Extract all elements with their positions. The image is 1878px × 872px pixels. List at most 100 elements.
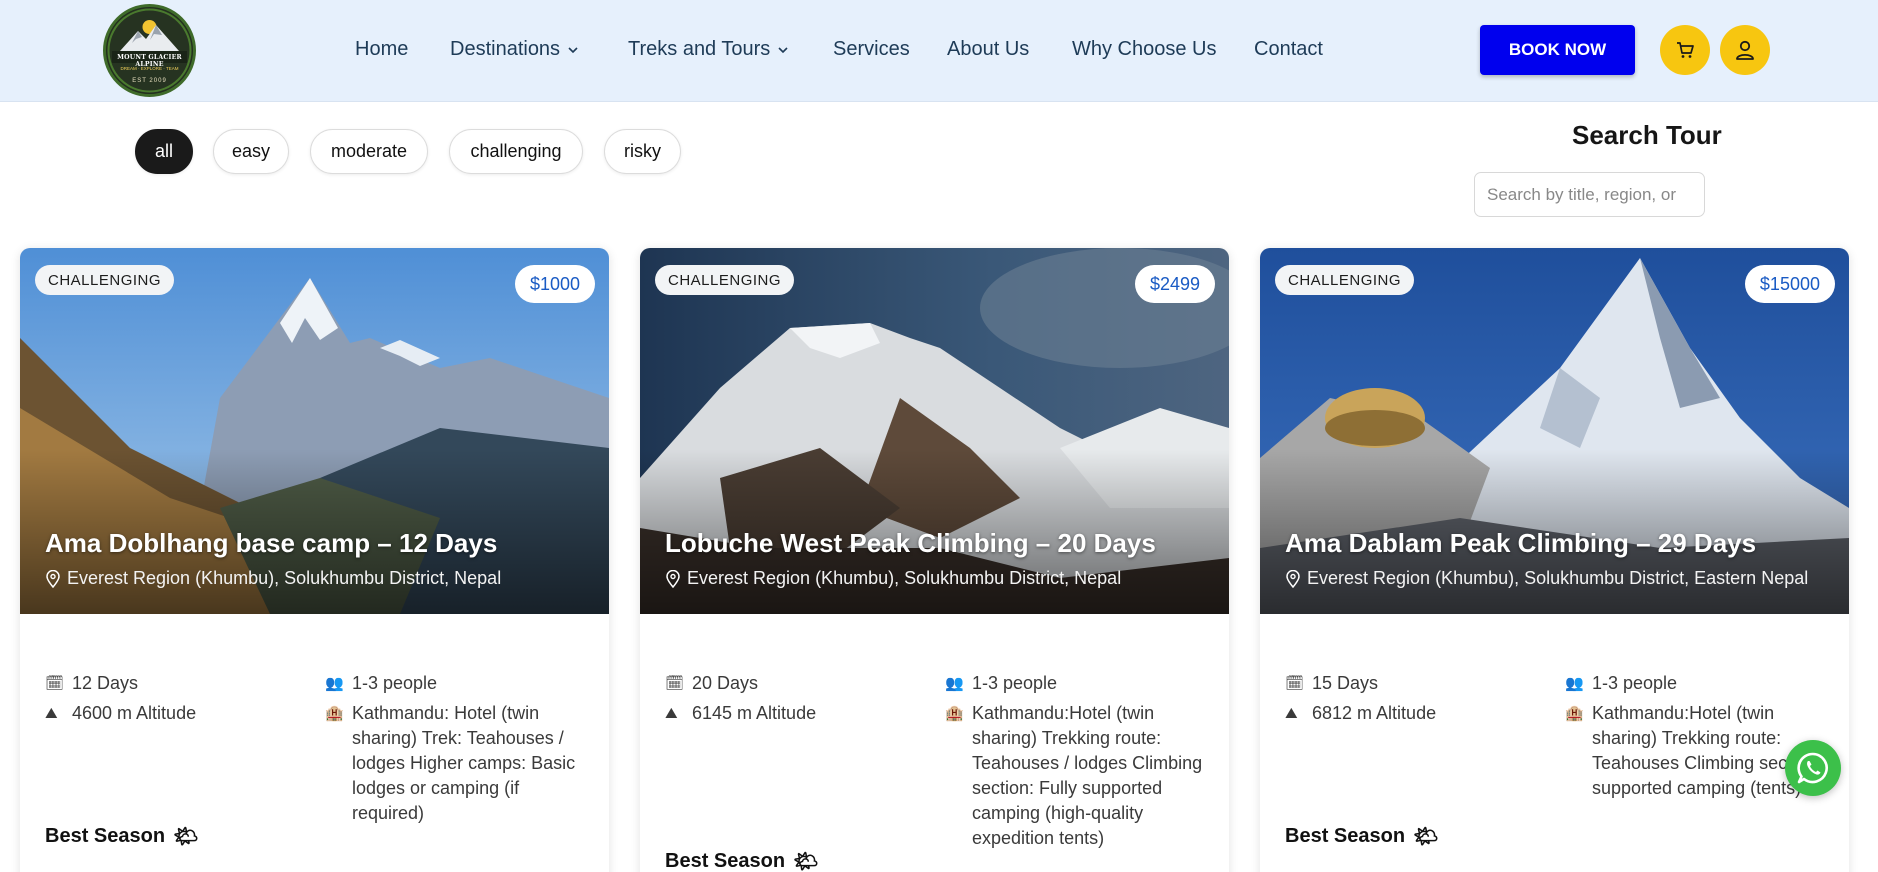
cart-button[interactable]	[1660, 25, 1710, 75]
tour-location-text: Everest Region (Khumbu), Solukhumbu Dist…	[1307, 568, 1809, 588]
tour-group-size: 👥 1-3 people	[945, 671, 1057, 696]
user-account-button[interactable]	[1720, 25, 1770, 75]
nav-home-label: Home	[355, 38, 409, 60]
tour-duration-text: 12 Days	[72, 673, 139, 693]
tour-location: Everest Region (Khumbu), Solukhumbu Dist…	[665, 568, 1121, 589]
nav-services-label: Services	[833, 38, 910, 60]
hotel-icon: 🏨	[945, 705, 964, 722]
people-icon: 👥	[325, 675, 344, 692]
tour-location-text: Everest Region (Khumbu), Solukhumbu Dist…	[687, 568, 1122, 588]
tour-image	[1260, 248, 1849, 614]
logo-tagline: DREAM · EXPLORE · TEAM	[120, 66, 179, 71]
tour-accommodation-text: Kathmandu: Hotel (twin sharing) Trek: Te…	[352, 703, 576, 823]
tour-altitude: ⛰ 6145 m Altitude	[665, 701, 816, 726]
best-season-label: Best Season	[665, 850, 786, 872]
tour-image	[20, 248, 609, 614]
difficulty-badge: CHALLENGING	[35, 265, 175, 295]
price-badge: $15000	[1744, 265, 1835, 303]
tour-title[interactable]: Lobuche West Peak Climbing – 20 Days	[665, 528, 1156, 559]
people-icon: 👥	[1565, 675, 1584, 692]
nav-about-us[interactable]: About Us	[947, 38, 1029, 61]
tour-card[interactable]: CHALLENGING $2499 Lobuche West Peak Clim…	[640, 248, 1229, 872]
best-season: Best Season 🌤	[665, 849, 818, 872]
altitude-icon: ⛰	[665, 705, 678, 722]
best-season: Best Season 🌤	[45, 824, 198, 849]
sun-cloud-icon: 🌤	[1413, 826, 1439, 848]
location-pin-icon	[1286, 569, 1300, 588]
tour-group-text: 1-3 people	[972, 673, 1058, 693]
best-season: Best Season 🌤	[1285, 824, 1438, 849]
price-badge: $1000	[514, 265, 595, 303]
location-pin-icon	[46, 569, 60, 588]
altitude-icon: ⛰	[45, 705, 58, 722]
tour-altitude-text: 6812 m Altitude	[1312, 703, 1437, 723]
site-header: MOUNT GLACIER ALPINE DREAM · EXPLORE · T…	[0, 0, 1878, 102]
nav-treks-label: Treks and Tours	[628, 38, 771, 60]
cart-icon	[1677, 42, 1694, 58]
tour-altitude: ⛰ 6812 m Altitude	[1285, 701, 1436, 726]
nav-treks-and-tours[interactable]: Treks and Tours	[628, 38, 788, 61]
filter-easy[interactable]: easy	[213, 129, 289, 174]
search-tour-title: Search Tour	[1572, 120, 1722, 150]
nav-destinations[interactable]: Destinations	[450, 38, 578, 61]
tour-group-text: 1-3 people	[352, 673, 438, 693]
tour-location-text: Everest Region (Khumbu), Solukhumbu Dist…	[67, 568, 502, 588]
tour-altitude: ⛰ 4600 m Altitude	[45, 701, 196, 726]
calendar-icon: 🗓	[1285, 675, 1305, 692]
tour-duration: 🗓 15 Days	[1285, 671, 1378, 696]
difficulty-badge: CHALLENGING	[655, 265, 795, 295]
tour-accommodation: 🏨 Kathmandu:Hotel (twin sharing) Trekkin…	[945, 701, 1215, 851]
calendar-icon: 🗓	[45, 675, 65, 692]
tour-duration-text: 15 Days	[1312, 673, 1379, 693]
chevron-down-icon	[568, 46, 578, 53]
nav-about-label: About Us	[947, 38, 1030, 60]
tour-group-size: 👥 1-3 people	[1565, 671, 1677, 696]
filter-moderate[interactable]: moderate	[310, 129, 428, 174]
tour-location: Everest Region (Khumbu), Solukhumbu Dist…	[45, 568, 501, 589]
calendar-icon: 🗓	[665, 675, 685, 692]
tour-title[interactable]: Ama Doblhang base camp – 12 Days	[45, 528, 497, 559]
tour-card[interactable]: CHALLENGING $1000 Ama Doblhang base camp…	[20, 248, 609, 872]
difficulty-badge: CHALLENGING	[1275, 265, 1415, 295]
people-icon: 👥	[945, 675, 964, 692]
tour-duration: 🗓 12 Days	[45, 671, 138, 696]
tour-accommodation-text: Kathmandu:Hotel (twin sharing) Trekking …	[972, 703, 1203, 848]
sun-cloud-icon: 🌤	[173, 826, 199, 848]
tour-group-text: 1-3 people	[1592, 673, 1678, 693]
location-pin-icon	[666, 569, 680, 588]
nav-why-choose-us[interactable]: Why Choose Us	[1072, 38, 1217, 61]
whatsapp-button[interactable]	[1785, 740, 1841, 796]
user-icon	[1736, 40, 1754, 60]
nav-services[interactable]: Services	[833, 38, 910, 61]
tour-altitude-text: 6145 m Altitude	[692, 703, 817, 723]
tour-accommodation: 🏨 Kathmandu: Hotel (twin sharing) Trek: …	[325, 701, 595, 826]
nav-contact-label: Contact	[1254, 38, 1323, 60]
hotel-icon: 🏨	[1565, 705, 1584, 722]
nav-contact[interactable]: Contact	[1254, 38, 1323, 61]
altitude-icon: ⛰	[1285, 705, 1298, 722]
tour-title[interactable]: Ama Dablam Peak Climbing – 29 Days	[1285, 528, 1756, 559]
filter-all[interactable]: all	[135, 129, 193, 174]
tour-altitude-text: 4600 m Altitude	[72, 703, 197, 723]
search-input[interactable]	[1474, 172, 1705, 217]
tour-location: Everest Region (Khumbu), Solukhumbu Dist…	[1285, 568, 1808, 589]
chevron-down-icon	[778, 46, 788, 53]
sun-cloud-icon: 🌤	[793, 851, 819, 872]
nav-why-label: Why Choose Us	[1072, 38, 1217, 60]
whatsapp-icon	[1797, 752, 1828, 784]
tour-image	[640, 248, 1229, 614]
best-season-label: Best Season	[1285, 825, 1406, 847]
nav-destinations-label: Destinations	[450, 38, 561, 60]
filter-risky[interactable]: risky	[604, 129, 681, 174]
nav-home[interactable]: Home	[355, 38, 408, 61]
tour-duration-text: 20 Days	[692, 673, 759, 693]
best-season-label: Best Season	[45, 825, 166, 847]
tour-group-size: 👥 1-3 people	[325, 671, 437, 696]
brand-logo[interactable]: MOUNT GLACIER ALPINE DREAM · EXPLORE · T…	[103, 4, 196, 97]
hotel-icon: 🏨	[325, 705, 344, 722]
logo-est: EST 2009	[132, 78, 167, 84]
book-now-button[interactable]: BOOK NOW	[1480, 25, 1635, 75]
price-badge: $2499	[1134, 265, 1215, 303]
filter-challenging[interactable]: challenging	[449, 129, 583, 174]
tour-card[interactable]: CHALLENGING $15000 Ama Dablam Peak Climb…	[1260, 248, 1849, 872]
